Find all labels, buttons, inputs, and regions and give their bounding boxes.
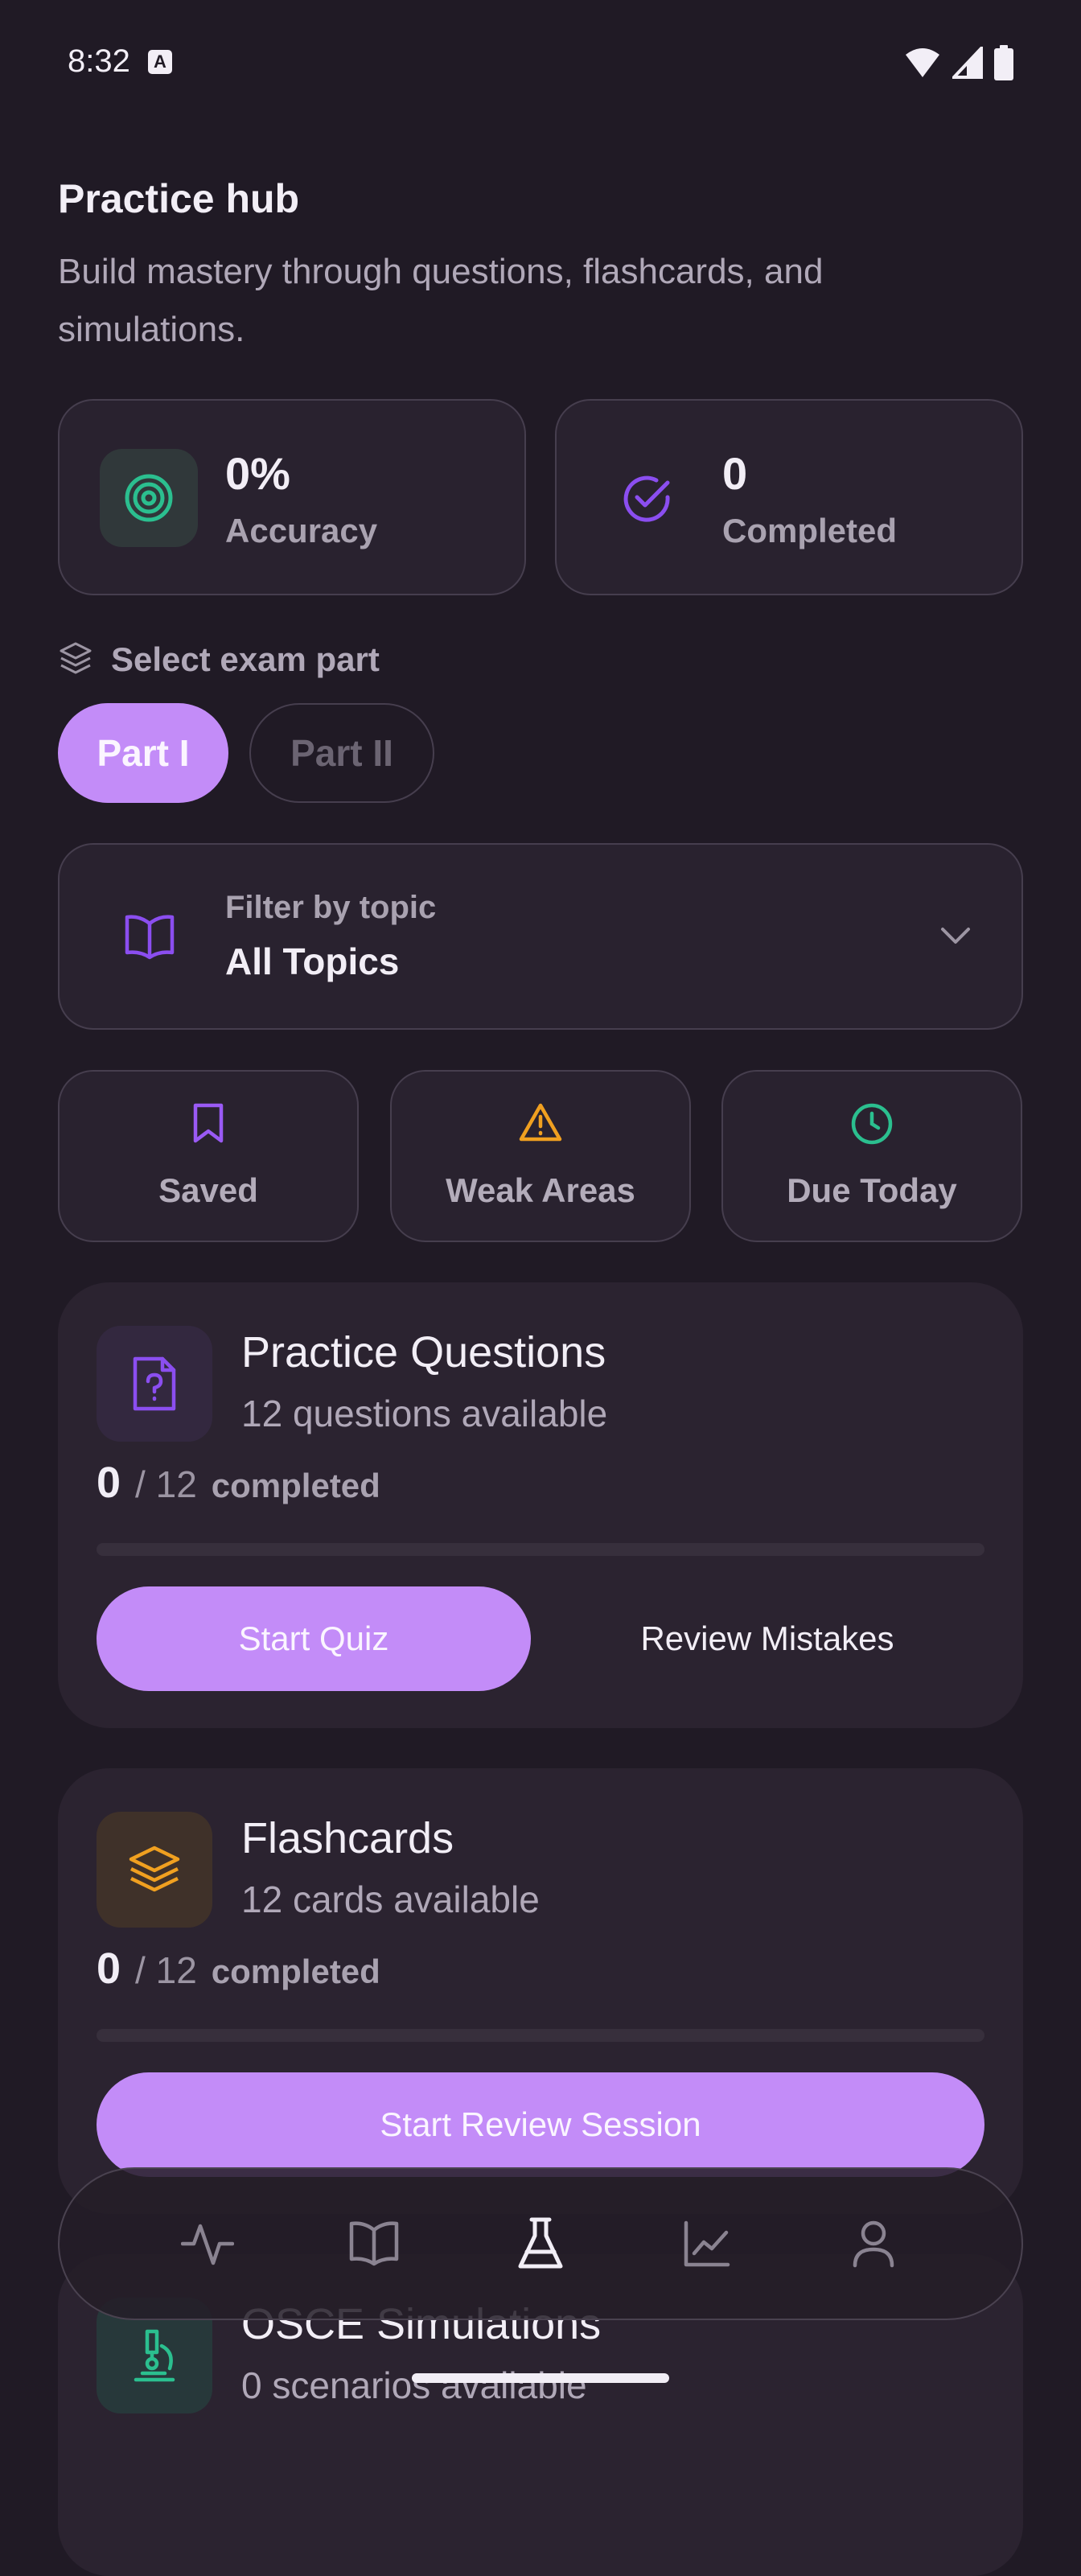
chevron-down-icon [941, 928, 970, 944]
completed-value: 0 [722, 448, 748, 499]
battery-icon [994, 45, 1013, 80]
practice-questions-subtitle: 12 questions available [241, 1393, 608, 1434]
page-subtitle: Build mastery through questions, flashca… [58, 252, 824, 349]
weak-areas-filter-button[interactable]: Weak Areas [390, 1070, 691, 1242]
flashcards-title: Flashcards [241, 1814, 454, 1862]
part-one-chip[interactable]: Part I [58, 703, 228, 803]
nav-analytics[interactable] [667, 2204, 747, 2284]
filter-label: Filter by topic [225, 890, 437, 925]
nav-profile[interactable] [833, 2204, 914, 2284]
chart-icon [684, 2220, 730, 2267]
clock-icon [851, 1103, 893, 1145]
book-icon [349, 2221, 399, 2266]
wifi-icon [906, 48, 939, 77]
check-circle-icon [616, 468, 677, 529]
nav-library[interactable] [334, 2204, 414, 2284]
activity-icon [180, 2224, 234, 2265]
book-open-icon [125, 915, 175, 960]
filter-value: All Topics [225, 940, 400, 982]
warning-icon [519, 1103, 562, 1142]
accuracy-card: 0% Accuracy [58, 399, 526, 595]
total-count: / 12 [135, 1463, 197, 1505]
practice-questions-progress-bar [97, 1543, 984, 1556]
practice-questions-title: Practice Questions [241, 1328, 606, 1376]
status-time: 8:32 [68, 43, 130, 79]
total-count: / 12 [135, 1949, 197, 1991]
nav-activity[interactable] [167, 2204, 248, 2284]
layers-stack-icon [97, 1812, 212, 1928]
accuracy-label: Accuracy [225, 512, 378, 549]
notification-icon: A [148, 50, 172, 74]
completed-card: 0 Completed [555, 399, 1023, 595]
weak-areas-label: Weak Areas [446, 1171, 635, 1209]
saved-label: Saved [158, 1171, 258, 1209]
question-file-icon [97, 1326, 212, 1442]
bottom-navigation [58, 2167, 1023, 2320]
profile-icon [853, 2220, 894, 2268]
saved-filter-button[interactable]: Saved [58, 1070, 359, 1242]
flask-icon [518, 2217, 563, 2269]
bookmark-icon [193, 1103, 224, 1143]
flashcards-card: Flashcards 12 cards available 0 / 12 com… [58, 1768, 1023, 2214]
flashcards-subtitle: 12 cards available [241, 1879, 540, 1920]
page-title: Practice hub [58, 176, 300, 221]
completed-unit: completed [211, 1467, 380, 1504]
practice-questions-progress-text: 0 / 12 completed [97, 1458, 380, 1508]
completed-label: Completed [722, 512, 898, 549]
exam-part-label: Select exam part [111, 640, 380, 678]
start-review-session-button[interactable]: Start Review Session [97, 2072, 984, 2177]
completed-count: 0 [97, 1459, 121, 1507]
part-two-chip[interactable]: Part II [249, 703, 434, 803]
home-indicator[interactable] [412, 2373, 669, 2383]
target-icon [100, 449, 198, 547]
completed-count: 0 [97, 1944, 121, 1993]
completed-unit: completed [211, 1953, 380, 1990]
topic-filter-dropdown[interactable]: Filter by topic All Topics [58, 843, 1023, 1030]
practice-questions-card: Practice Questions 12 questions availabl… [58, 1282, 1023, 1728]
due-today-label: Due Today [787, 1171, 957, 1209]
accuracy-value: 0% [225, 448, 290, 499]
flashcards-progress-text: 0 / 12 completed [97, 1944, 380, 1994]
nav-practice[interactable] [500, 2204, 581, 2284]
review-mistakes-button[interactable]: Review Mistakes [550, 1586, 984, 1691]
due-today-filter-button[interactable]: Due Today [721, 1070, 1022, 1242]
osce-subtitle: 0 scenarios available [241, 2364, 587, 2406]
signal-icon [952, 47, 983, 79]
layers-icon [60, 642, 92, 674]
status-indicators [904, 45, 1013, 80]
start-quiz-button[interactable]: Start Quiz [97, 1586, 531, 1691]
flashcards-progress-bar [97, 2029, 984, 2042]
